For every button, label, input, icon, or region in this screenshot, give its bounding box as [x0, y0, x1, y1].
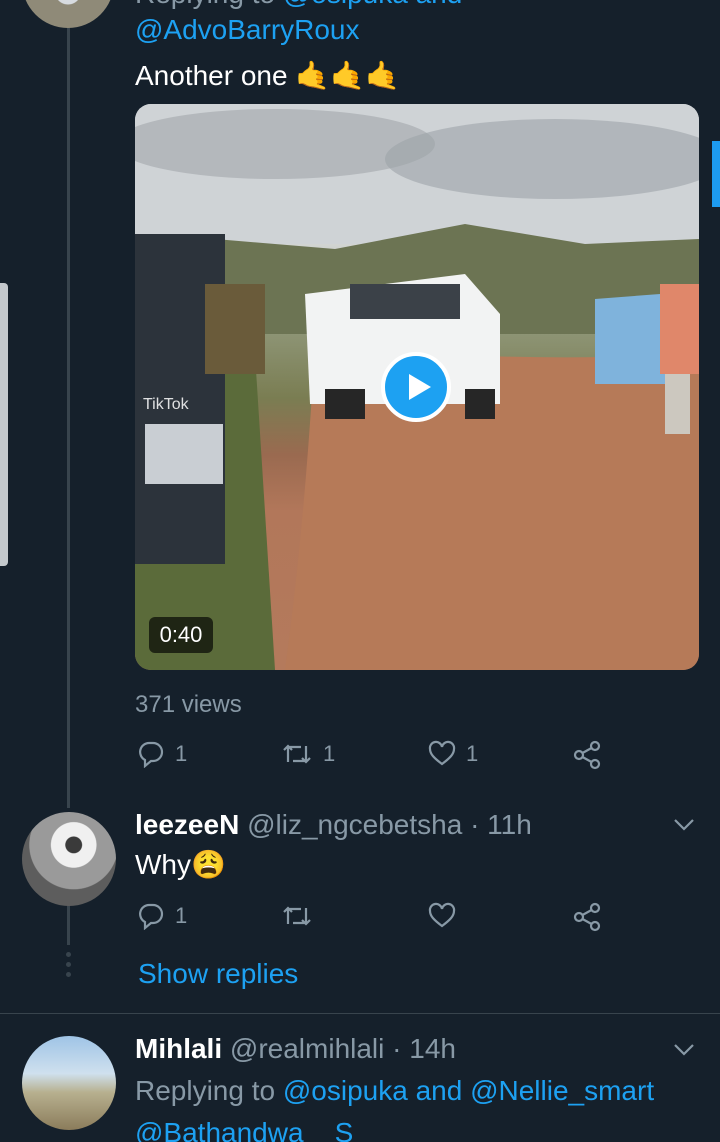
thread-line-middle [67, 905, 70, 945]
retweet-icon [283, 906, 311, 926]
share-icon [573, 902, 601, 932]
replying-to-names[interactable]: @osipuka and @Nellie_smart [283, 1075, 654, 1106]
replying-to-cut-off[interactable]: @Bathandwa__S [135, 1115, 353, 1142]
like-button[interactable] [428, 902, 456, 930]
chevron-down-icon[interactable] [671, 1040, 697, 1058]
replying-to-top-partial: Replying to @osipuka and [135, 0, 462, 8]
video-duration: 0:40 [149, 617, 213, 653]
twitter-thread-screen: Replying to @osipuka and @AdvoBarryRoux … [0, 0, 720, 1142]
reply-count: 1 [175, 903, 188, 928]
retweet-count: 1 [323, 741, 336, 766]
reply-button[interactable]: 1 [137, 902, 187, 930]
play-icon [409, 374, 431, 400]
retweet-icon [283, 744, 311, 764]
avatar[interactable] [22, 1036, 116, 1130]
share-icon [573, 740, 601, 770]
like-icon [428, 902, 456, 928]
svg-text:TikTok: TikTok [143, 396, 190, 413]
reply-button[interactable]: 1 [137, 740, 187, 768]
thread-dots [66, 952, 71, 977]
chevron-down-icon[interactable] [671, 815, 697, 833]
left-edge-scroll-handle[interactable] [0, 283, 8, 566]
retweet-button[interactable]: 1 [281, 740, 335, 768]
reply-count: 1 [175, 741, 188, 766]
tweet-header: leezeeN @liz_ngcebetsha · 11h [135, 808, 532, 842]
like-icon [428, 740, 456, 766]
tweet-text: Another one 🤙🤙🤙 [135, 60, 400, 91]
tweet-text: Why😩 [135, 849, 226, 880]
share-button[interactable] [573, 740, 603, 770]
reply-icon [139, 903, 164, 930]
reply-icon [139, 741, 164, 768]
like-count: 1 [466, 741, 479, 766]
avatar[interactable] [22, 812, 116, 906]
thread-line-top [67, 0, 70, 808]
replying-to: Replying to @osipuka and @Nellie_smart [135, 1073, 654, 1109]
tweet-divider [0, 1013, 720, 1014]
reply-context-handle[interactable]: @AdvoBarryRoux [135, 13, 360, 47]
display-name[interactable]: leezeeN [135, 809, 239, 840]
retweet-button[interactable] [281, 902, 313, 930]
view-count: 371 views [135, 691, 242, 718]
display-name[interactable]: Mihlali [135, 1033, 222, 1064]
scrollbar-thumb[interactable] [712, 141, 720, 207]
handle-and-time: @liz_ngcebetsha · 11h [247, 809, 532, 840]
tweet-header: Mihlali @realmihlali · 14h [135, 1032, 456, 1066]
replying-to-prefix: Replying to [135, 1075, 283, 1106]
handle-and-time: @realmihlali · 14h [229, 1033, 456, 1064]
show-replies-link[interactable]: Show replies [138, 955, 298, 993]
play-button[interactable] [381, 352, 451, 422]
like-button[interactable]: 1 [428, 740, 478, 768]
avatar[interactable] [22, 0, 114, 28]
share-button[interactable] [573, 902, 603, 932]
